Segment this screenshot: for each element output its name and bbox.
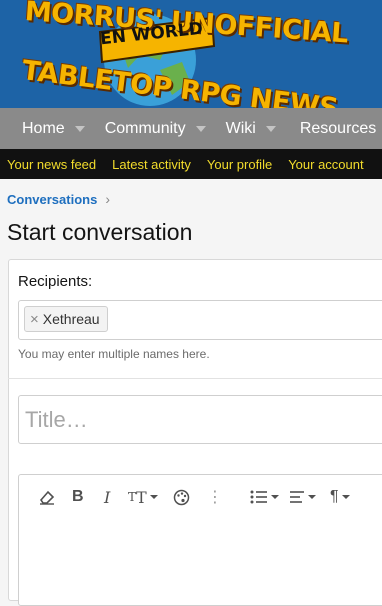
title-placeholder: Title… bbox=[25, 407, 88, 432]
recipient-name: Xethreau bbox=[42, 311, 100, 327]
chevron-down-icon[interactable] bbox=[74, 125, 85, 132]
nav-item-label: Community bbox=[104, 119, 186, 137]
recipients-label: Recipients: bbox=[18, 273, 93, 290]
subnav-news-feed[interactable]: Your news feed bbox=[7, 157, 96, 172]
nav-item-label: Home bbox=[22, 119, 65, 137]
nav-item-resources[interactable]: Resources bbox=[300, 120, 376, 138]
chevron-right-icon: › bbox=[105, 191, 110, 207]
main-nav: Home Community Wiki Resources bbox=[0, 108, 382, 149]
divider bbox=[8, 378, 382, 379]
nav-item-wiki[interactable]: Wiki bbox=[226, 120, 276, 138]
eraser-icon[interactable] bbox=[38, 486, 56, 508]
subnav-your-account[interactable]: Your account bbox=[288, 157, 363, 172]
close-icon[interactable]: × bbox=[30, 311, 39, 328]
nav-item-label: Wiki bbox=[225, 119, 256, 137]
subnav-latest-activity[interactable]: Latest activity bbox=[112, 157, 191, 172]
recipients-hint: You may enter multiple names here. bbox=[18, 347, 210, 361]
recipient-tag[interactable]: × Xethreau bbox=[24, 306, 108, 332]
page-title: Start conversation bbox=[7, 219, 193, 245]
breadcrumb: Conversations › bbox=[7, 191, 110, 207]
palette-icon[interactable] bbox=[173, 486, 190, 508]
sub-nav: Your news feed Latest activity Your prof… bbox=[0, 149, 382, 179]
breadcrumb-conversations[interactable]: Conversations bbox=[7, 192, 97, 207]
italic-icon[interactable]: I bbox=[104, 486, 110, 508]
site-banner[interactable]: MORRUS' UNOFFICIAL EN WORLD TABLETOP RPG… bbox=[0, 0, 382, 108]
more-icon[interactable]: ⋮ bbox=[207, 486, 223, 508]
chevron-down-icon[interactable] bbox=[265, 125, 276, 132]
subnav-your-profile[interactable]: Your profile bbox=[207, 157, 272, 172]
text-size-icon[interactable]: TT bbox=[128, 486, 158, 508]
nav-item-community[interactable]: Community bbox=[105, 120, 206, 138]
list-icon[interactable] bbox=[250, 486, 279, 508]
nav-item-home[interactable]: Home bbox=[22, 120, 85, 138]
align-icon[interactable] bbox=[289, 486, 316, 508]
paragraph-icon[interactable]: ¶ bbox=[330, 486, 350, 508]
nav-item-label: Resources bbox=[299, 119, 377, 137]
chevron-down-icon[interactable] bbox=[195, 125, 206, 132]
bold-icon[interactable]: B bbox=[72, 486, 84, 508]
